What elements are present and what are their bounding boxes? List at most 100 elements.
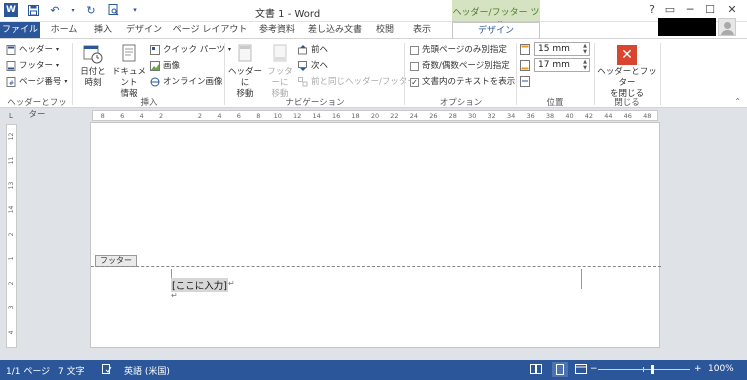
page-number-label: ページ番号 bbox=[19, 77, 62, 87]
ruler-tick-label: 32 bbox=[487, 112, 496, 120]
zoom-slider[interactable] bbox=[598, 369, 690, 370]
ruler-tick-label: 1 bbox=[8, 256, 15, 261]
next-button[interactable]: 次へ bbox=[298, 59, 328, 73]
previous-button[interactable]: 前へ bbox=[298, 43, 328, 57]
tab-references[interactable]: 参考資料 bbox=[254, 22, 300, 38]
ruler-tick-label: 48 bbox=[643, 112, 652, 120]
page-number-button[interactable]: # ページ番号 ▾ bbox=[6, 75, 67, 89]
footer-boundary-line bbox=[91, 266, 661, 267]
goto-footer-button[interactable]: フッターに 移動 bbox=[264, 43, 296, 100]
document-title: 文書 1 - Word bbox=[255, 9, 321, 20]
word-count[interactable]: 7 文字 bbox=[58, 364, 85, 377]
zoom-out-button[interactable]: − bbox=[590, 364, 598, 374]
customize-qat-icon[interactable]: ▾ bbox=[128, 3, 142, 17]
quick-parts-button[interactable]: クイック パーツ ▾ bbox=[150, 43, 231, 57]
vertical-ruler[interactable]: 12 11 13 14 2 1 2 3 4 bbox=[6, 124, 17, 348]
document-page[interactable]: フッター [ここに入力] ↵ ↵ bbox=[90, 122, 661, 348]
footer-position-value: 17 mm bbox=[538, 60, 570, 70]
different-first-page-label: 先頭ページのみ別指定 bbox=[422, 45, 507, 55]
ribbon-display-options-icon[interactable]: ▭ bbox=[662, 3, 678, 16]
footer-button[interactable]: フッター ▾ bbox=[6, 59, 59, 73]
spin-arrows-icon[interactable]: ▲ ▼ bbox=[581, 43, 589, 55]
online-picture-icon bbox=[150, 77, 160, 87]
date-time-button[interactable]: 日付と 時刻 bbox=[76, 43, 110, 89]
tab-view[interactable]: 表示 bbox=[404, 22, 440, 38]
tab-design[interactable]: デザイン bbox=[122, 22, 166, 38]
footer-icon bbox=[6, 61, 16, 71]
help-icon[interactable]: ? bbox=[644, 3, 660, 16]
paragraph-mark-icon: ↵ bbox=[171, 291, 178, 300]
header-button[interactable]: ヘッダー ▾ bbox=[6, 43, 59, 57]
ruler-tick-label: 20 bbox=[370, 112, 380, 120]
group-label-close: 閉じる bbox=[614, 98, 640, 108]
language-indicator[interactable]: 英語 (米国) bbox=[124, 364, 170, 377]
tab-selector-icon[interactable]: L bbox=[6, 111, 16, 121]
footer-position-input[interactable]: 17 mm ▲ ▼ bbox=[534, 58, 590, 72]
online-picture-button[interactable]: オンライン画像 bbox=[150, 75, 223, 89]
different-odd-even-check[interactable] bbox=[410, 61, 419, 71]
collapse-ribbon-icon[interactable]: ⌃ bbox=[734, 97, 741, 106]
picture-button[interactable]: 画像 bbox=[150, 59, 180, 73]
document-info-button[interactable]: ドキュメント 情報 bbox=[110, 43, 148, 100]
ruler-tick-label: 2 bbox=[197, 112, 203, 120]
next-icon bbox=[298, 61, 308, 71]
group-label-insert: 挿入 bbox=[140, 98, 158, 108]
web-layout-icon[interactable] bbox=[575, 364, 587, 377]
zoom-level[interactable]: 100% bbox=[708, 364, 734, 374]
tab-mailings[interactable]: 差し込み文書 bbox=[304, 22, 366, 38]
different-first-page-checkbox[interactable]: 先頭ページのみ別指定 bbox=[410, 43, 507, 57]
close-header-footer-button[interactable]: ✕ ヘッダーとフッター を閉じる bbox=[596, 45, 658, 100]
online-picture-label: オンライン画像 bbox=[163, 77, 223, 87]
ruler-tick-label: 4 bbox=[139, 112, 144, 120]
page-number-icon: # bbox=[6, 77, 16, 87]
account-name-redacted[interactable] bbox=[658, 18, 716, 36]
footer-label: フッター bbox=[19, 61, 54, 71]
read-mode-icon[interactable] bbox=[530, 364, 542, 377]
header-position-input[interactable]: 15 mm ▲ ▼ bbox=[534, 42, 590, 56]
calendar-clock-icon bbox=[83, 45, 103, 64]
group-separator bbox=[516, 43, 517, 105]
tab-insert[interactable]: 挿入 bbox=[88, 22, 118, 38]
ruler-tick-label: 42 bbox=[584, 112, 594, 120]
page-count[interactable]: 1/1 ページ bbox=[6, 364, 50, 377]
tab-review[interactable]: 校閲 bbox=[370, 22, 400, 38]
goto-header-button[interactable]: ヘッダーに 移動 bbox=[227, 43, 263, 100]
different-first-page-check[interactable] bbox=[410, 45, 419, 55]
zoom-in-button[interactable]: + bbox=[694, 364, 702, 374]
spin-arrows-icon[interactable]: ▲ ▼ bbox=[581, 59, 589, 71]
undo-dropdown-icon[interactable]: ▾ bbox=[70, 3, 76, 17]
quick-parts-icon bbox=[150, 45, 160, 55]
tab-hf-design[interactable]: デザイン bbox=[452, 22, 540, 39]
redo-icon[interactable]: ↻ bbox=[84, 3, 98, 17]
link-to-previous-button[interactable]: 前と同じヘッダー/フッター bbox=[298, 75, 416, 89]
different-odd-even-checkbox[interactable]: 奇数/偶数ページ別指定 bbox=[410, 59, 510, 73]
goto-footer-icon bbox=[273, 44, 287, 62]
minimize-icon[interactable]: ─ bbox=[682, 3, 698, 16]
header-label: ヘッダー bbox=[19, 45, 54, 55]
previous-label: 前へ bbox=[311, 45, 329, 55]
proofing-icon[interactable] bbox=[102, 364, 112, 377]
zoom-slider-thumb[interactable] bbox=[651, 365, 655, 374]
tab-home[interactable]: ホーム bbox=[44, 22, 84, 38]
insert-alignment-tab-icon[interactable] bbox=[520, 76, 531, 90]
print-preview-icon[interactable] bbox=[106, 3, 120, 17]
maximize-icon[interactable]: ☐ bbox=[702, 3, 718, 16]
close-window-icon[interactable]: ✕ bbox=[724, 3, 740, 16]
avatar[interactable] bbox=[718, 18, 736, 36]
ruler-tick-label: 38 bbox=[545, 112, 555, 120]
save-icon[interactable] bbox=[26, 3, 40, 17]
undo-icon[interactable]: ↶ bbox=[48, 3, 62, 17]
show-document-text-check[interactable]: ✓ bbox=[410, 77, 419, 87]
tab-page-layout[interactable]: ページ レイアウト bbox=[170, 22, 250, 38]
footer-text-placeholder[interactable]: [ここに入力] bbox=[171, 278, 228, 292]
print-layout-icon[interactable] bbox=[552, 362, 568, 377]
ruler-tick-label: 2 bbox=[8, 232, 15, 237]
ruler-tick-label: 10 bbox=[273, 112, 282, 120]
horizontal-ruler[interactable]: 8 6 4 2 2 4 6 8 10 12 14 16 18 20 22 24 26 28 30 32 34 36 38 40… bbox=[92, 110, 658, 121]
show-document-text-checkbox[interactable]: ✓ 文書内のテキストを表示 bbox=[410, 75, 515, 89]
ruler-tick-label: 18 bbox=[351, 112, 360, 120]
tab-file[interactable]: ファイル bbox=[0, 22, 40, 38]
header-position-icon bbox=[520, 44, 531, 58]
goto-header-label-1: ヘッダーに bbox=[227, 67, 262, 88]
group-separator bbox=[72, 43, 73, 105]
